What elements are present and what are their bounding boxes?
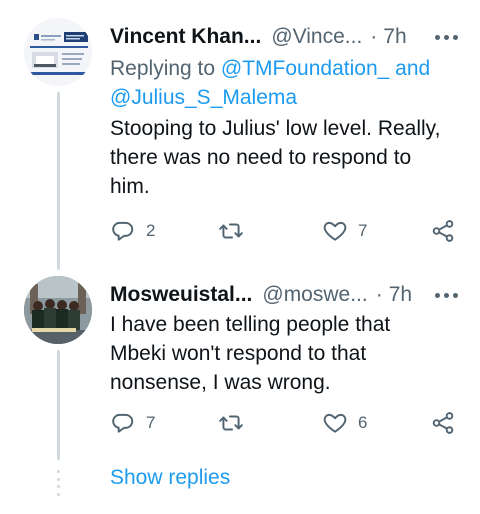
thread-line [57,92,60,270]
avatar[interactable] [24,276,92,344]
reply-count: 2 [146,221,156,240]
like-button[interactable]: 7 [322,216,367,246]
thread-line [57,350,60,460]
display-name[interactable]: Vincent Khan... [110,25,261,49]
timestamp[interactable]: 7h [383,25,406,49]
mention-link[interactable]: @TMFoundation_ [221,57,389,80]
tweet-header: Vincent Khan... @Vince... · 7h [110,22,458,52]
reply-count: 7 [146,413,156,432]
tweet-actions: 2 7 [110,216,460,246]
mention-and: and [395,57,431,80]
user-handle[interactable]: @Vince... [271,25,362,49]
avatar[interactable] [24,18,92,86]
share-icon [432,412,454,434]
retweet-button[interactable] [218,408,254,438]
show-replies-link[interactable]: Show replies [110,466,230,490]
share-button[interactable] [430,408,456,438]
heart-icon [323,221,347,241]
replying-to: Replying to @TMFoundation_ and @Julius_S… [110,54,450,112]
separator-dot: · [375,283,383,306]
retweet-icon [219,415,243,431]
reply-icon [112,413,134,433]
reply-button[interactable]: 2 [110,216,155,246]
tweet[interactable]: Mosweuistal... @moswe... · 7h I have bee… [0,262,480,460]
like-button[interactable]: 6 [322,408,367,438]
retweet-button[interactable] [218,216,254,246]
reply-icon [112,221,134,241]
tweet-header: Mosweuistal... @moswe... · 7h [110,280,458,310]
more-icon[interactable] [435,22,458,52]
reply-button[interactable]: 7 [110,408,155,438]
tweet[interactable]: Vincent Khan... @Vince... · 7h Replying … [0,0,480,270]
mention-link[interactable]: @Julius_S_Malema [110,86,297,109]
replying-to-label: Replying to [110,57,216,80]
heart-icon [323,413,347,433]
tweet-actions: 7 6 [110,408,460,438]
timestamp[interactable]: 7h [389,283,412,307]
retweet-icon [219,223,243,239]
display-name[interactable]: Mosweuistal... [110,283,252,307]
share-button[interactable] [430,216,456,246]
tweet-text: Stooping to Julius' low level. Really, t… [110,117,441,198]
user-handle[interactable]: @moswe... [262,283,367,307]
like-count: 6 [358,413,368,432]
share-icon [432,220,454,242]
thread-continuation-dots [57,470,60,496]
separator-dot: · [370,25,378,48]
tweet-text: I have been telling people that Mbeki wo… [110,313,391,394]
more-icon[interactable] [435,280,458,310]
like-count: 7 [358,221,368,240]
